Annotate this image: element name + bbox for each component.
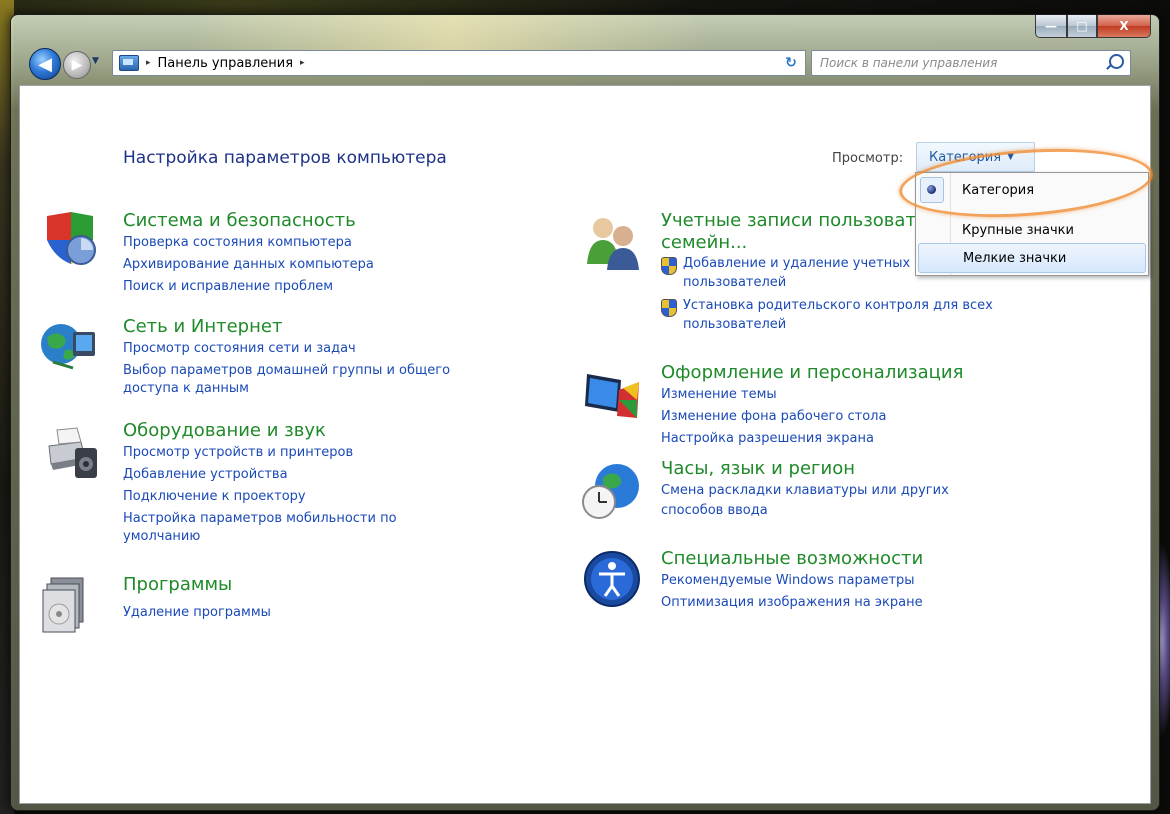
close-icon: X <box>1119 19 1129 33</box>
menu-item-category[interactable]: Категория <box>916 175 1148 205</box>
category-title[interactable]: Оформление и персонализация <box>661 362 963 384</box>
display-icon <box>583 366 641 424</box>
category-hardware-sound: Оборудование и звук Просмотр устройств и… <box>48 420 397 548</box>
breadcrumb-control-panel[interactable]: Панель управления <box>158 56 294 71</box>
back-arrow-icon: ◀ <box>38 53 52 75</box>
link-keyboard-layout-cont[interactable]: способов ввода <box>661 500 949 522</box>
link-troubleshoot[interactable]: Поиск и исправление проблем <box>123 276 374 298</box>
category-appearance: Оформление и персонализация Изменение те… <box>585 362 963 450</box>
category-title[interactable]: Часы, язык и регион <box>661 458 949 480</box>
breadcrumb-separator-icon[interactable]: ▸ <box>146 58 151 68</box>
close-button[interactable]: X <box>1097 15 1151 38</box>
link-recommended-settings[interactable]: Рекомендуемые Windows параметры <box>661 570 923 592</box>
menu-item-small-icons[interactable]: Мелкие значки <box>918 243 1146 273</box>
clock-globe-icon <box>581 462 639 520</box>
view-by-value: Категория <box>929 149 1002 165</box>
category-system-security: Система и безопасность Проверка состояни… <box>47 210 374 298</box>
category-clock-region: Часы, язык и регион Смена раскладки клав… <box>582 458 949 522</box>
globe-network-icon <box>39 318 97 376</box>
printer-icon <box>41 424 99 482</box>
control-panel-icon <box>119 55 139 71</box>
caption-buttons: — □ X <box>1035 15 1151 38</box>
link-check-status[interactable]: Проверка состояния компьютера <box>123 232 374 254</box>
view-by-menu: Категория Крупные значки Мелкие значки <box>915 172 1149 276</box>
menu-item-label: Мелкие значки <box>963 250 1067 266</box>
view-by-button[interactable]: Категория ▼ <box>916 142 1035 172</box>
category-title[interactable]: Оборудование и звук <box>123 420 397 442</box>
link-parental-controls[interactable]: Установка родительского контроля для все… <box>661 296 993 317</box>
link-backup[interactable]: Архивирование данных компьютера <box>123 254 374 276</box>
category-programs: Программы Удаление программы <box>42 574 271 633</box>
category-title[interactable]: Специальные возможности <box>661 548 923 570</box>
shield-icon <box>41 210 99 268</box>
minimize-button[interactable]: — <box>1035 15 1067 38</box>
forward-arrow-icon: ▶ <box>71 57 83 73</box>
link-keyboard-layout[interactable]: Смена раскладки клавиатуры или других <box>661 480 949 502</box>
programs-icon <box>41 574 99 633</box>
content-pane: Настройка параметров компьютера Просмотр… <box>19 85 1151 804</box>
search-input[interactable] <box>818 55 1102 71</box>
radio-bullet-icon <box>927 185 936 194</box>
search-box[interactable] <box>811 50 1131 76</box>
link-label: Установка родительского контроля для все… <box>683 298 993 313</box>
recent-pages-button[interactable]: ▼ <box>92 56 99 66</box>
link-desktop-background[interactable]: Изменение фона рабочего стола <box>661 406 963 428</box>
link-uninstall[interactable]: Удаление программы <box>123 602 271 624</box>
uac-shield-icon <box>661 299 677 317</box>
menu-item-large-icons[interactable]: Крупные значки <box>916 215 1148 245</box>
menu-item-label: Категория <box>962 182 1035 198</box>
address-bar[interactable]: ▸ Панель управления ▸ ▼ <box>112 50 797 76</box>
view-label: Просмотр: <box>832 151 904 166</box>
category-network: Сеть и Интернет Просмотр состояния сети … <box>41 316 450 400</box>
category-title[interactable]: Система и безопасность <box>123 210 374 232</box>
link-projector[interactable]: Подключение к проектору <box>123 486 397 508</box>
breadcrumb-separator-icon[interactable]: ▸ <box>300 58 305 68</box>
link-add-device[interactable]: Добавление устройства <box>123 464 397 486</box>
accessibility-icon <box>583 550 641 608</box>
page-title: Настройка параметров компьютера <box>123 148 447 168</box>
link-add-remove-accounts-cont[interactable]: пользователей <box>661 274 993 292</box>
link-screen-resolution[interactable]: Настройка разрешения экрана <box>661 428 963 450</box>
category-accessibility: Специальные возможности Рекомендуемые Wi… <box>584 548 923 614</box>
minimize-icon: — <box>1045 19 1057 33</box>
uac-shield-icon <box>661 257 677 275</box>
forward-button[interactable]: ▶ <box>63 51 91 79</box>
refresh-icon: ↻ <box>785 55 797 71</box>
maximize-button[interactable]: □ <box>1067 15 1097 38</box>
category-title[interactable]: Программы <box>123 574 271 596</box>
maximize-icon: □ <box>1076 19 1088 33</box>
back-button[interactable]: ◀ <box>29 48 61 80</box>
navigation-bar: ◀ ▶ ▼ ▸ Панель управления ▸ ▼ ↻ <box>11 45 1159 83</box>
link-devices-printers[interactable]: Просмотр устройств и принтеров <box>123 442 397 464</box>
refresh-button[interactable]: ↻ <box>777 50 806 76</box>
chevron-down-icon: ▼ <box>1007 152 1014 162</box>
menu-item-label: Крупные значки <box>962 222 1074 238</box>
control-panel-window: — □ X ◀ ▶ ▼ ▸ Панель управления ▸ ▼ ↻ На… <box>10 14 1160 811</box>
link-label: Добавление и удаление учетных <box>683 256 911 271</box>
category-title[interactable]: Сеть и Интернет <box>123 316 450 338</box>
search-icon[interactable] <box>1109 54 1124 69</box>
link-network-status[interactable]: Просмотр состояния сети и задач <box>123 338 450 360</box>
link-change-theme[interactable]: Изменение темы <box>661 384 963 406</box>
users-icon <box>583 214 641 272</box>
link-optimize-display[interactable]: Оптимизация изображения на экране <box>661 592 923 614</box>
link-parental-controls-cont[interactable]: пользователей <box>661 316 993 334</box>
